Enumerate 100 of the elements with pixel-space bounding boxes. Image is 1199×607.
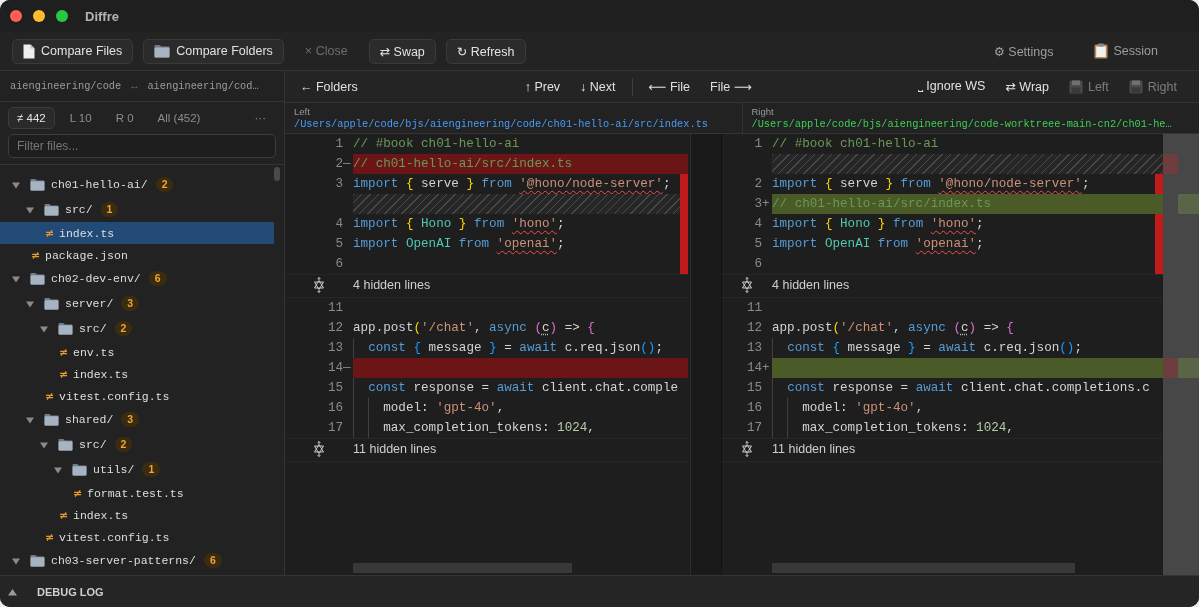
code-line: const { message } = await c.req.json(); [772, 338, 1163, 358]
nav-button[interactable]: ⎵ Ignore WS [913, 74, 990, 99]
filter-tab[interactable]: L 10 [60, 106, 101, 129]
line-number: 13 [745, 340, 762, 357]
filter-tab[interactable]: ≠ 442 [8, 106, 55, 129]
filter-tab[interactable]: R 0 [106, 106, 143, 129]
nav-button[interactable]: File ⟶ [706, 74, 756, 99]
code-line: import { Hono } from 'hono'; [353, 216, 566, 233]
caret-icon[interactable] [12, 274, 20, 283]
toolbar-button[interactable]: ⚙ Settings [982, 38, 1065, 64]
filter-tab[interactable]: All (452) [148, 106, 210, 129]
tree-item[interactable]: src/ 2 [0, 316, 274, 341]
diff-sign: — [343, 360, 352, 377]
tree-item[interactable]: utils/ 1 [0, 457, 274, 482]
line-number: 16 [745, 400, 762, 417]
unfold-icon[interactable] [312, 277, 326, 293]
tree-item[interactable]: server/ 3 [0, 291, 274, 316]
status-marker: ≠ [59, 367, 67, 381]
caret-icon[interactable] [26, 415, 34, 424]
nav-button[interactable]: ← Folders [296, 74, 362, 99]
tree-item[interactable]: ≠ env.ts [0, 341, 274, 363]
tree-item[interactable]: ≠ package.json [0, 244, 274, 266]
hidden-lines-label[interactable]: 11 hidden lines [772, 439, 856, 461]
line-number: 14 [745, 360, 762, 377]
toolbar-button[interactable]: Compare Folders [143, 38, 284, 64]
tree-item[interactable]: ≠ index.ts [0, 363, 274, 385]
tree-item[interactable]: ≠ index.ts [0, 504, 274, 526]
folder-icon [58, 438, 73, 451]
tree-item[interactable]: ch02-dev-env/ 6 [0, 266, 274, 291]
window-close-button[interactable] [10, 10, 22, 22]
root-path: aiengineering/code [10, 80, 122, 92]
folder-icon [30, 272, 45, 285]
caret-icon[interactable] [12, 556, 20, 565]
tree-item[interactable]: ≠ vitest.config.ts [0, 385, 274, 407]
caret-icon[interactable] [26, 299, 34, 308]
line-number: 17 [745, 420, 762, 437]
line-number: 1 [334, 136, 343, 153]
tree-item[interactable]: src/ 1 [0, 197, 274, 222]
nav-button[interactable]: ⟵ File [644, 74, 695, 99]
document-icon [23, 43, 35, 59]
count-badge: 2 [114, 437, 133, 452]
caret-icon[interactable] [26, 205, 34, 214]
overview-marker [1178, 358, 1199, 378]
caret-icon[interactable] [8, 587, 17, 596]
toolbar-button[interactable]: ⇄ Swap [368, 38, 436, 64]
hidden-lines-label[interactable]: 4 hidden lines [772, 275, 850, 297]
hidden-lines-label[interactable]: 4 hidden lines [353, 275, 431, 297]
caret-icon[interactable] [54, 465, 62, 474]
line-number: 6 [753, 256, 762, 273]
tree-item[interactable]: ≠ index.ts [0, 222, 274, 244]
caret-icon[interactable] [40, 324, 48, 333]
toolbar-button[interactable]: Session [1082, 38, 1169, 64]
window-zoom-button[interactable] [56, 10, 68, 22]
count-badge: 6 [203, 553, 222, 568]
status-marker: ≠ [45, 530, 53, 544]
scrollbar-thumb[interactable] [353, 563, 572, 573]
nav-button[interactable]: ↑ Prev [520, 74, 565, 99]
window-title: Diffre [85, 8, 119, 24]
scrollbar-thumb[interactable] [772, 563, 1075, 573]
line-number: 3 [334, 176, 343, 193]
line-number: 1 [753, 136, 762, 153]
unfold-icon[interactable] [740, 277, 754, 293]
code-line: // #book ch01-hello-ai [353, 136, 521, 153]
code-line: max_completion_tokens: 1024, [772, 418, 1163, 438]
tree-item[interactable]: ≠ format.test.ts [0, 482, 274, 504]
nav-button[interactable]: ⇄ Wrap [1001, 74, 1053, 99]
line-number: 17 [326, 420, 343, 437]
code-line: const response = await client.chat.completions.c [772, 378, 1163, 398]
filter-field[interactable]: Filter files... [8, 134, 276, 158]
hidden-lines-label[interactable]: 11 hidden lines [353, 439, 437, 461]
caret-icon[interactable] [12, 180, 20, 189]
diff-sign: — [343, 156, 352, 173]
toolbar-button[interactable]: Compare Files [12, 38, 134, 64]
code-line: import { serve } from '@hono/node-server'; [353, 176, 672, 193]
count-badge: 6 [148, 271, 167, 286]
caret-icon[interactable] [40, 440, 48, 449]
more-button[interactable]: ··· [250, 111, 270, 124]
window-minimize-button[interactable] [33, 10, 45, 22]
tree-item[interactable]: shared/ 3 [0, 407, 274, 432]
line-number: 15 [745, 380, 762, 397]
tree-item[interactable]: ≠ vitest.config.ts [0, 526, 274, 548]
tree-item[interactable]: src/ 2 [0, 432, 274, 457]
debug-log-label[interactable]: DEBUG LOG [37, 585, 104, 598]
tree-item[interactable]: ch03-server-patterns/ 6 [0, 548, 274, 573]
status-marker: ≠ [73, 486, 81, 500]
folder-icon [44, 413, 59, 426]
tree-item[interactable]: ch01-hello-ai/ 2 [0, 172, 274, 197]
folder-icon [44, 203, 59, 216]
line-number: 14 [326, 360, 343, 377]
nav-button[interactable]: ↓ Next [576, 74, 620, 99]
code-line: model: 'gpt-4o', [353, 398, 688, 418]
toolbar-button[interactable]: ↻ Refresh [445, 38, 526, 64]
scrollbar-thumb[interactable] [274, 167, 280, 181]
unfold-icon[interactable] [740, 441, 754, 457]
clipboard-icon [1093, 43, 1108, 59]
line-number: 2 [334, 156, 343, 173]
line-number: 3 [753, 196, 762, 213]
unfold-icon[interactable] [312, 441, 326, 457]
count-badge: 1 [142, 462, 161, 477]
line-number: 13 [326, 340, 343, 357]
